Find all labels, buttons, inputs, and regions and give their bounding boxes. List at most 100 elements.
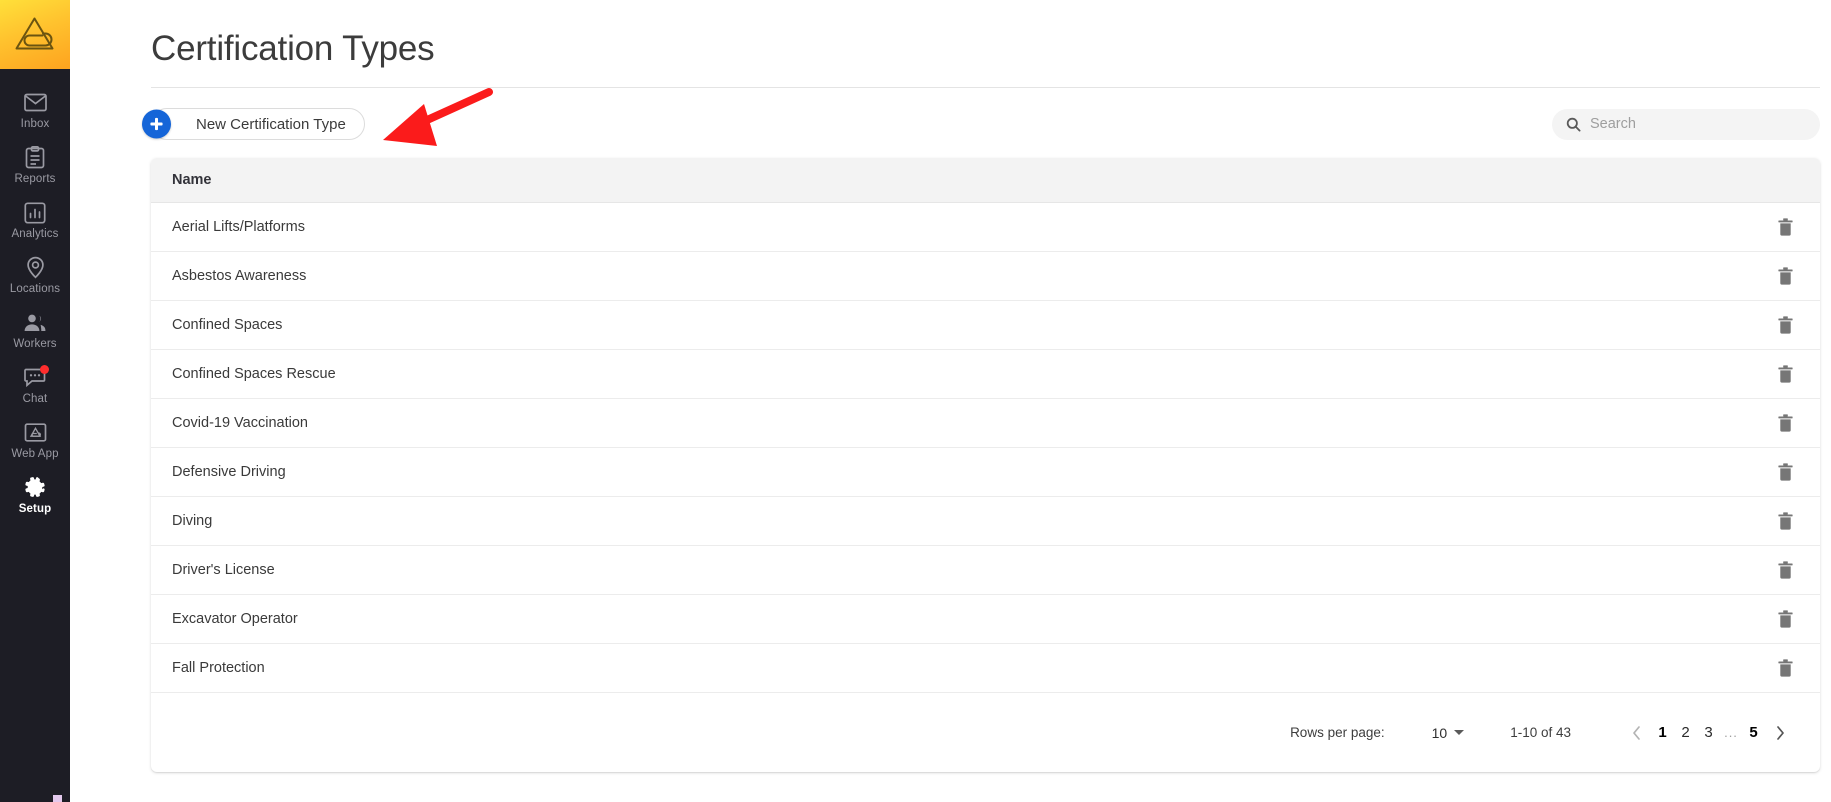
search-icon [1566, 117, 1581, 131]
next-page-button[interactable] [1765, 718, 1795, 748]
delete-row-button[interactable] [1772, 214, 1798, 240]
pagination-controls: 1 2 3 ... 5 [1621, 718, 1795, 748]
cell-name: Excavator Operator [172, 611, 298, 627]
mail-icon [23, 91, 47, 115]
bar-chart-icon [23, 201, 47, 225]
chat-icon [23, 364, 49, 390]
page-number-last[interactable]: 5 [1743, 719, 1764, 747]
sidebar-item-reports[interactable]: Reports [0, 138, 70, 193]
chevron-right-icon [1776, 725, 1784, 740]
people-icon [23, 311, 47, 335]
delete-row-button[interactable] [1772, 410, 1798, 436]
map-pin-icon [23, 256, 47, 280]
table-row[interactable]: Driver's License [151, 546, 1820, 595]
pagination-range-label: 1-10 of 43 [1510, 725, 1571, 740]
sidebar: Inbox Reports Analytics Locations Worker… [0, 0, 70, 802]
trash-icon [1777, 218, 1793, 236]
sidebar-item-setup[interactable]: Setup [0, 468, 70, 523]
cell-name: Aerial Lifts/Platforms [172, 219, 305, 235]
main-content: Certification Types New Certification Ty… [70, 0, 1831, 802]
chat-unread-badge [40, 364, 49, 374]
sidebar-item-workers[interactable]: Workers [0, 303, 70, 358]
trash-icon [1777, 316, 1793, 334]
sidebar-item-web-app[interactable]: Web App [0, 413, 70, 468]
clipboard-icon [23, 146, 47, 170]
cell-name: Covid-19 Vaccination [172, 415, 308, 431]
column-header-name: Name [172, 172, 212, 188]
delete-row-button[interactable] [1772, 361, 1798, 387]
trash-icon [1777, 610, 1793, 628]
rows-per-page-value: 10 [1431, 724, 1448, 741]
title-divider [151, 87, 1820, 88]
table-row[interactable]: Diving [151, 497, 1820, 546]
trash-icon [1777, 414, 1793, 432]
app-logo[interactable] [0, 0, 70, 69]
sidebar-item-label: Workers [13, 337, 57, 350]
gear-icon [23, 476, 47, 500]
sidebar-bottom-marker [53, 795, 62, 802]
pagination-ellipsis: ... [1724, 725, 1738, 740]
delete-row-button[interactable] [1772, 655, 1798, 681]
search-input[interactable] [1590, 116, 1806, 132]
table-footer: Rows per page: 10 1-10 of 43 1 2 3 ... 5 [151, 693, 1820, 772]
delete-row-button[interactable] [1772, 459, 1798, 485]
page-number-2[interactable]: 2 [1675, 719, 1696, 747]
chevron-left-icon [1632, 725, 1640, 740]
previous-page-button[interactable] [1621, 718, 1651, 748]
trash-icon [1777, 463, 1793, 481]
cell-name: Driver's License [172, 562, 275, 578]
app-root: Inbox Reports Analytics Locations Worker… [0, 0, 1831, 802]
sidebar-item-label: Analytics [11, 227, 59, 240]
trash-icon [1777, 512, 1793, 530]
sidebar-item-inbox[interactable]: Inbox [0, 83, 70, 138]
page-title: Certification Types [151, 29, 435, 68]
new-certification-type-label: New Certification Type [196, 115, 346, 133]
logo-triangle-clip-icon [15, 17, 54, 49]
delete-row-button[interactable] [1772, 263, 1798, 289]
table-row[interactable]: Aerial Lifts/Platforms [151, 203, 1820, 252]
chevron-down-icon [1454, 730, 1465, 735]
table-row[interactable]: Covid-19 Vaccination [151, 399, 1820, 448]
sidebar-item-label: Reports [14, 172, 56, 185]
table-row[interactable]: Asbestos Awareness [151, 252, 1820, 301]
sidebar-item-locations[interactable]: Locations [0, 248, 70, 303]
cell-name: Fall Protection [172, 660, 265, 676]
sidebar-item-chat[interactable]: Chat [0, 358, 70, 413]
table-header-row: Name [151, 158, 1820, 203]
sidebar-item-label: Setup [18, 502, 52, 515]
cell-name: Confined Spaces [172, 317, 283, 333]
cell-name: Diving [172, 513, 213, 529]
trash-icon [1777, 365, 1793, 383]
table-row[interactable]: Confined Spaces Rescue [151, 350, 1820, 399]
sidebar-item-label: Web App [11, 447, 59, 460]
table-row[interactable]: Excavator Operator [151, 595, 1820, 644]
rows-per-page-label: Rows per page: [1290, 725, 1385, 740]
table-row[interactable]: Defensive Driving [151, 448, 1820, 497]
web-app-icon [23, 421, 47, 445]
certification-types-table-card: Name Aerial Lifts/Platforms Asbestos Awa… [151, 158, 1820, 772]
plus-icon [142, 109, 171, 139]
toolbar: New Certification Type [142, 107, 1820, 141]
sidebar-nav-list: Inbox Reports Analytics Locations Worker… [0, 69, 70, 523]
trash-icon [1777, 267, 1793, 285]
table-row[interactable]: Fall Protection [151, 644, 1820, 693]
page-number-1[interactable]: 1 [1652, 719, 1673, 747]
sidebar-item-label: Chat [22, 392, 48, 405]
delete-row-button[interactable] [1772, 508, 1798, 534]
cell-name: Asbestos Awareness [172, 268, 307, 284]
cell-name: Defensive Driving [172, 464, 286, 480]
delete-row-button[interactable] [1772, 557, 1798, 583]
page-number-3[interactable]: 3 [1698, 719, 1719, 747]
table-row[interactable]: Confined Spaces [151, 301, 1820, 350]
new-certification-type-button[interactable]: New Certification Type [142, 108, 365, 140]
sidebar-item-label: Locations [9, 282, 61, 295]
rows-per-page-select[interactable]: 10 [1432, 725, 1465, 741]
search-box[interactable] [1552, 108, 1820, 140]
trash-icon [1777, 659, 1793, 677]
sidebar-item-label: Inbox [20, 117, 50, 130]
delete-row-button[interactable] [1772, 606, 1798, 632]
sidebar-item-analytics[interactable]: Analytics [0, 193, 70, 248]
delete-row-button[interactable] [1772, 312, 1798, 338]
trash-icon [1777, 561, 1793, 579]
cell-name: Confined Spaces Rescue [172, 366, 336, 382]
